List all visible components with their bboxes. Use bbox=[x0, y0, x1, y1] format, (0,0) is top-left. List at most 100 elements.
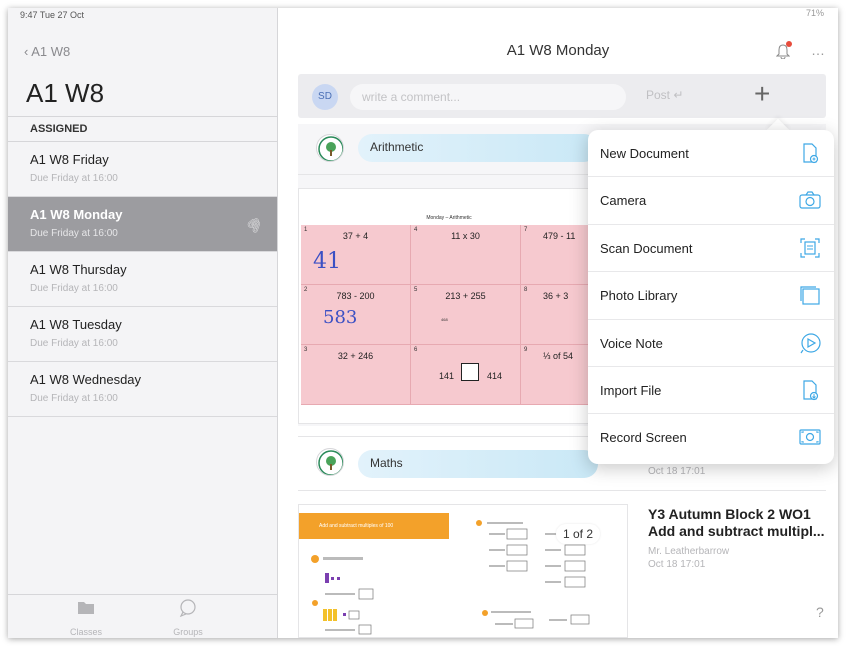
school-logo-icon bbox=[316, 134, 344, 162]
document-date: Oct 18 17:01 bbox=[648, 559, 706, 570]
add-menu-popover: New Document Camera Scan Document Photo … bbox=[588, 130, 834, 464]
assignment-title: A1 W8 Wednesday bbox=[30, 372, 142, 387]
back-label: A1 W8 bbox=[31, 44, 71, 59]
menu-item-label: Voice Note bbox=[600, 335, 663, 351]
post-date: Oct 18 17:01 bbox=[648, 466, 706, 477]
camera-icon bbox=[799, 191, 821, 209]
help-button[interactable]: ? bbox=[816, 604, 824, 620]
sidebar-title: A1 W8 bbox=[26, 78, 105, 108]
worksheet-cell: 8 36 + 3 bbox=[521, 285, 597, 345]
tab-label: Classes bbox=[69, 627, 102, 637]
new-document-icon bbox=[803, 143, 819, 164]
handwritten-answer: 41 bbox=[313, 249, 341, 274]
white-rounded-rule-logo bbox=[449, 505, 471, 545]
app-window: 9:47 Tue 27 Oct ‹ A1 W8 A1 W8 ASSIGNED A… bbox=[8, 8, 838, 638]
tab-label: Groups bbox=[173, 627, 203, 637]
assignment-title: A1 W8 Thursday bbox=[30, 262, 127, 277]
menu-item-photo-library[interactable]: Photo Library bbox=[588, 272, 834, 320]
answer-box bbox=[461, 363, 479, 381]
cell-working: 468 bbox=[441, 317, 448, 322]
return-arrow-icon: ↵ bbox=[673, 88, 684, 102]
cell-question: 783 - 200 bbox=[336, 291, 375, 301]
assignment-item-thursday[interactable]: A1 W8 Thursday Due Friday at 16:00 bbox=[8, 252, 277, 307]
handwritten-answer: 583 bbox=[323, 307, 358, 328]
menu-item-label: Camera bbox=[600, 193, 647, 209]
page-indicator: 1 of 2 bbox=[556, 524, 600, 544]
assignment-item-wednesday[interactable]: A1 W8 Wednesday Due Friday at 16:00 bbox=[8, 362, 277, 417]
assignment-item-tuesday[interactable]: A1 W8 Tuesday Due Friday at 16:00 bbox=[8, 307, 277, 362]
section-header-assigned: ASSIGNED bbox=[8, 116, 277, 142]
photo-library-icon bbox=[800, 286, 820, 305]
worksheet-cell: 6 141 414 bbox=[411, 345, 521, 405]
menu-item-new-document[interactable]: New Document bbox=[588, 130, 834, 178]
menu-item-record-screen[interactable]: Record Screen bbox=[588, 414, 834, 461]
school-logo-icon bbox=[316, 448, 344, 476]
battery-status: 71% bbox=[805, 8, 824, 18]
document-info[interactable]: Y3 Autumn Block 2 WO1 Add and subtract m… bbox=[648, 506, 838, 570]
cell-question: 213 + 255 bbox=[445, 291, 486, 301]
voice-note-icon bbox=[800, 332, 821, 353]
cell-number: 7 bbox=[524, 227, 528, 233]
banner-text: Add and subtract multiples of 100 bbox=[319, 523, 394, 529]
more-options-button[interactable]: … bbox=[811, 42, 826, 58]
sidebar: 9:47 Tue 27 Oct ‹ A1 W8 A1 W8 ASSIGNED A… bbox=[8, 8, 278, 638]
chat-bubble-icon bbox=[158, 599, 218, 619]
cell-question: 37 + 4 bbox=[342, 231, 369, 241]
back-button[interactable]: ‹ A1 W8 bbox=[24, 44, 70, 59]
menu-item-scan-document[interactable]: Scan Document bbox=[588, 225, 834, 273]
notification-badge bbox=[786, 41, 792, 47]
cell-number: 9 bbox=[524, 347, 528, 353]
assignment-title: A1 W8 Monday bbox=[30, 207, 123, 222]
worksheet-cell: 9 ⅓ of 54 bbox=[521, 345, 597, 405]
comment-input[interactable] bbox=[350, 84, 626, 110]
menu-item-camera[interactable]: Camera bbox=[588, 177, 834, 225]
worksheet-title: Monday – Arithmetic bbox=[426, 215, 472, 221]
cell-value-left: 141 bbox=[439, 371, 455, 381]
assignment-due: Due Friday at 16:00 bbox=[30, 338, 118, 349]
menu-item-label: New Document bbox=[600, 146, 689, 161]
tab-groups[interactable]: Groups bbox=[158, 599, 218, 637]
import-file-icon bbox=[803, 380, 819, 401]
worksheet-preview[interactable]: Monday – Arithmetic 1 37 + 4 41 4 11 x 3… bbox=[298, 188, 598, 424]
document-author: Mr. Leatherbarrow bbox=[648, 546, 730, 557]
cell-question: 32 + 246 bbox=[337, 351, 374, 361]
bottom-tab-bar: Classes Groups bbox=[8, 594, 277, 638]
document-banner: Add and subtract multiples of 100 bbox=[299, 513, 449, 539]
topic-bubble: Maths bbox=[358, 450, 598, 478]
tab-classes[interactable]: Classes bbox=[56, 599, 116, 637]
status-time: 9:47 Tue 27 Oct bbox=[20, 10, 85, 20]
assignment-title: A1 W8 Tuesday bbox=[30, 317, 122, 332]
worksheet-grid: 1 37 + 4 41 4 11 x 30 7 479 - 11 2 783 -… bbox=[301, 225, 597, 405]
worksheet-cell: 3 32 + 246 bbox=[301, 345, 411, 405]
assignment-list: A1 W8 Friday Due Friday at 16:00 A1 W8 M… bbox=[8, 142, 277, 417]
worksheet-cell: 1 37 + 4 41 bbox=[301, 225, 411, 285]
document-title: Y3 Autumn Block 2 WO1 Add and subtract m… bbox=[648, 506, 825, 539]
worksheet-cell: 2 783 - 200 583 bbox=[301, 285, 411, 345]
page-title: A1 W8 Monday bbox=[506, 42, 610, 59]
topic-bubble: Arithmetic bbox=[358, 134, 598, 162]
worksheet-cell: 4 11 x 30 bbox=[411, 225, 521, 285]
assignment-item-friday[interactable]: A1 W8 Friday Due Friday at 16:00 bbox=[8, 142, 277, 197]
divider bbox=[298, 490, 826, 491]
menu-item-voice-note[interactable]: Voice Note bbox=[588, 320, 834, 367]
cell-number: 6 bbox=[414, 347, 418, 353]
menu-item-label: Record Screen bbox=[600, 430, 687, 446]
assignment-due: Due Friday at 16:00 bbox=[30, 393, 118, 404]
menu-item-label: Import File bbox=[600, 382, 662, 398]
worksheet-cell: 7 479 - 11 bbox=[521, 225, 597, 285]
post-button[interactable]: Post ↵ bbox=[646, 88, 683, 102]
comment-bar: SD Post ↵ + bbox=[298, 74, 826, 118]
add-button[interactable]: + bbox=[754, 78, 770, 110]
cell-value-right: 414 bbox=[487, 371, 503, 381]
worksheet-cell: 5 213 + 255 468 bbox=[411, 285, 521, 345]
menu-item-import-file[interactable]: Import File bbox=[588, 367, 834, 415]
avatar: SD bbox=[312, 84, 338, 110]
post-label: Post bbox=[646, 88, 671, 102]
menu-item-label: Scan Document bbox=[600, 240, 693, 256]
assignment-due: Due Friday at 16:00 bbox=[30, 283, 118, 294]
cell-question: 11 x 30 bbox=[451, 231, 480, 241]
assignment-item-monday[interactable]: A1 W8 Monday Due Friday at 16:00 🖇 bbox=[8, 197, 277, 252]
folder-icon bbox=[56, 599, 116, 619]
menu-item-label: Photo Library bbox=[600, 288, 678, 304]
cell-number: 8 bbox=[524, 287, 528, 293]
